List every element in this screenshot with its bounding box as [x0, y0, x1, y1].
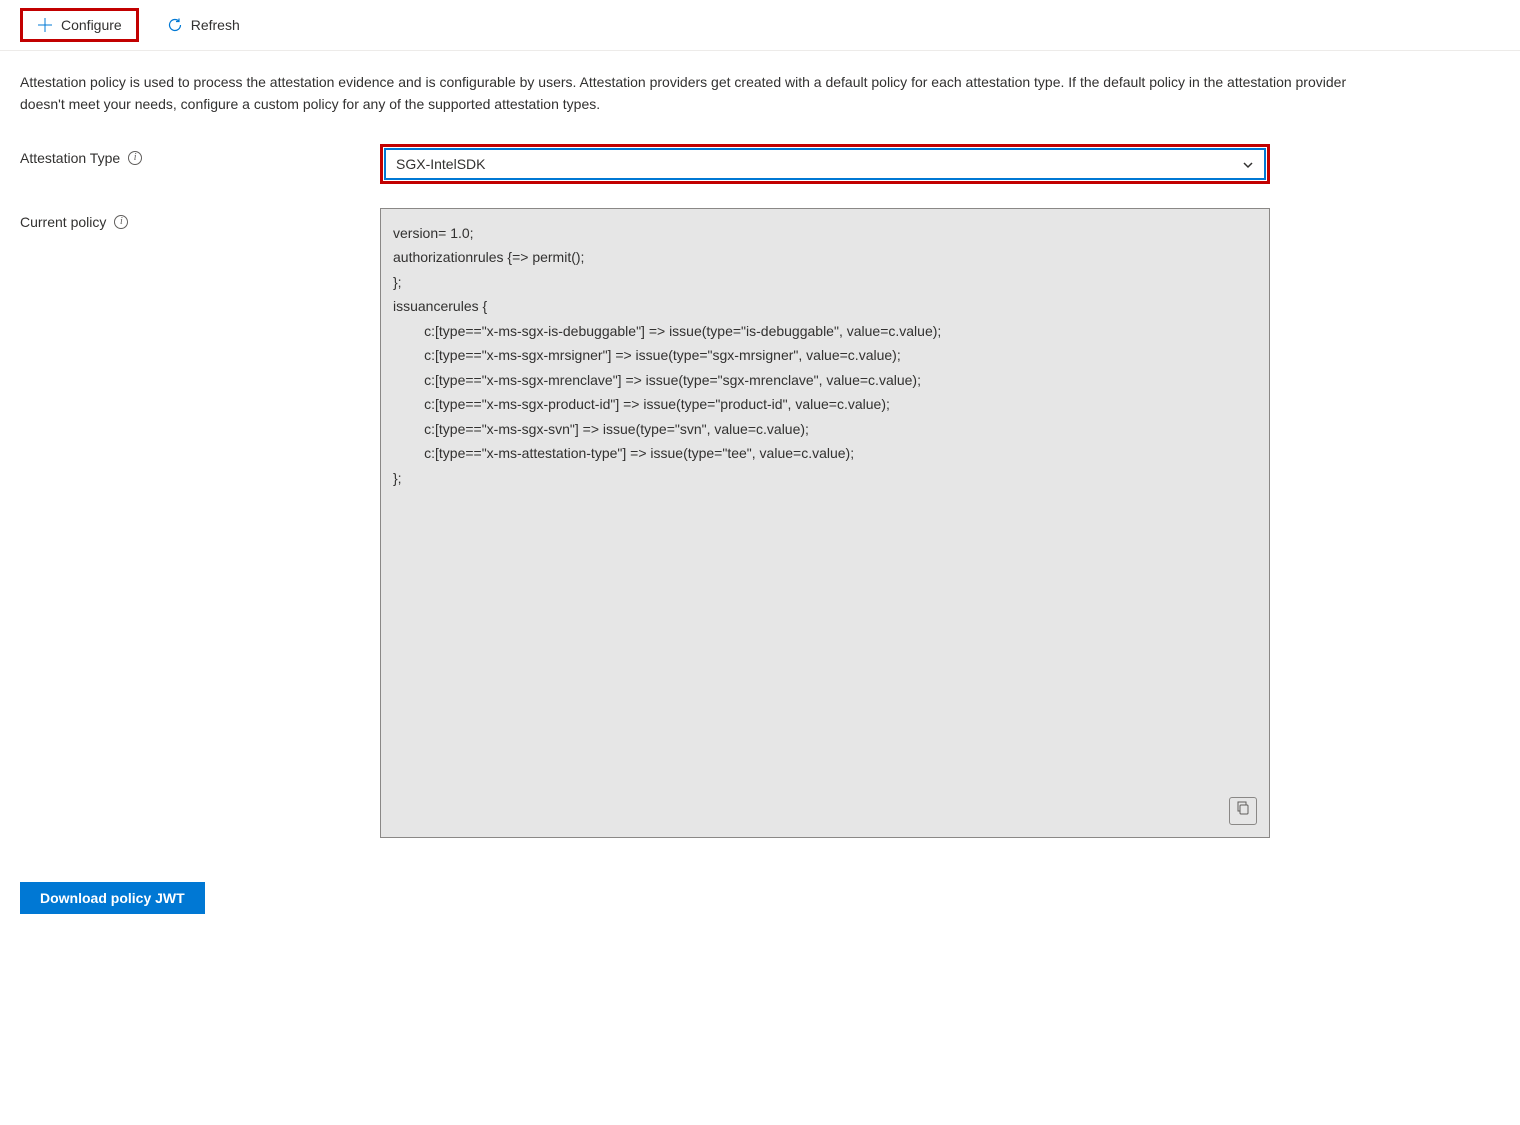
configure-highlight: Configure	[20, 8, 139, 42]
toolbar: Configure Refresh	[0, 0, 1520, 51]
configure-label: Configure	[61, 17, 122, 33]
attestation-type-value: SGX-IntelSDK	[396, 156, 485, 172]
current-policy-row: Current policy i version= 1.0; authoriza…	[20, 208, 1500, 838]
current-policy-label-wrap: Current policy i	[20, 208, 380, 230]
refresh-label: Refresh	[191, 17, 240, 33]
plus-icon	[37, 17, 53, 33]
policy-description: Attestation policy is used to process th…	[20, 71, 1370, 116]
current-policy-control: version= 1.0; authorizationrules {=> per…	[380, 208, 1270, 838]
info-icon[interactable]: i	[128, 151, 142, 165]
policy-textbox[interactable]: version= 1.0; authorizationrules {=> per…	[380, 208, 1270, 838]
content-area: Attestation policy is used to process th…	[0, 51, 1520, 934]
attestation-type-label-wrap: Attestation Type i	[20, 144, 380, 166]
policy-text: version= 1.0; authorizationrules {=> per…	[393, 225, 941, 486]
copy-button[interactable]	[1229, 797, 1257, 825]
chevron-down-icon	[1242, 158, 1254, 170]
refresh-icon	[167, 17, 183, 33]
copy-icon	[1235, 799, 1251, 824]
attestation-type-dropdown[interactable]: SGX-IntelSDK	[384, 148, 1266, 180]
configure-button[interactable]: Configure	[29, 13, 130, 37]
current-policy-label: Current policy	[20, 214, 106, 230]
attestation-type-row: Attestation Type i SGX-IntelSDK	[20, 144, 1500, 184]
attestation-type-label: Attestation Type	[20, 150, 120, 166]
info-icon[interactable]: i	[114, 215, 128, 229]
attestation-type-control: SGX-IntelSDK	[380, 144, 1270, 184]
refresh-button[interactable]: Refresh	[159, 13, 248, 37]
download-policy-button[interactable]: Download policy JWT	[20, 882, 205, 914]
dropdown-highlight: SGX-IntelSDK	[380, 144, 1270, 184]
